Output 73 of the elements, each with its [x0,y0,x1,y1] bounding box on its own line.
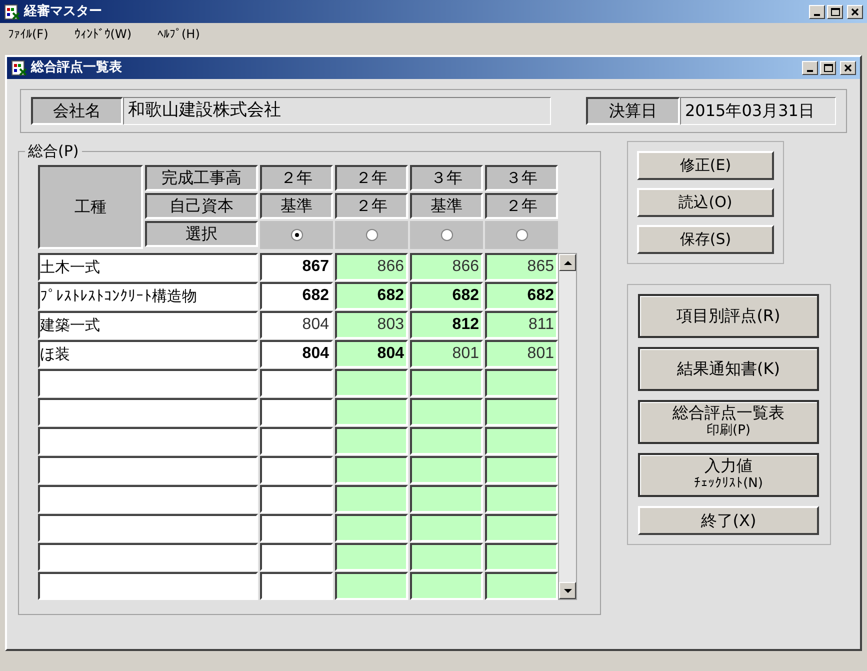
menu-item[interactable]: ｳｨﾝﾄﾞｳ(W) [74,25,132,43]
action-button[interactable]: 修正(E) [637,151,774,180]
score-cell: 867 [260,253,333,281]
row-header: 選択 [145,221,258,247]
app-title: 経審マスター [24,2,103,21]
close-button[interactable] [840,61,856,75]
scroll-down-button[interactable] [559,582,576,599]
column-header: ２年 [335,165,408,191]
column-header: ３年 [410,165,483,191]
up-arrow-icon [564,260,572,264]
column-header: ２年 [260,165,333,191]
column-header: ２年 [335,193,408,219]
close-icon [844,64,852,72]
minimize-icon [814,14,820,16]
report-button[interactable]: 入力値 ﾁｪｯｸﾘｽﾄ(N) [638,453,819,497]
radio-button[interactable] [290,229,302,241]
maximize-button[interactable] [820,61,836,75]
app-icon [11,60,27,76]
radio-button[interactable] [366,229,378,241]
radio-button[interactable] [440,229,452,241]
score-cell: 803 [335,311,408,339]
column-header: 基準 [410,193,483,219]
score-cell: 682 [410,282,483,310]
score-cell: 804 [260,311,333,339]
column-header: ３年 [485,165,558,191]
radio-button[interactable] [516,229,528,241]
minimize-icon [807,70,813,72]
down-arrow-icon [564,588,572,592]
report-button[interactable]: 総合評点一覧表 印刷(P) [638,400,819,444]
maximize-icon [830,8,840,16]
window-title: 総合評点一覧表 [31,59,123,78]
row-name-cell: 土木一式 [38,253,258,281]
scrollbar[interactable] [558,253,577,600]
minimize-button[interactable] [809,4,825,18]
report-button[interactable]: 終了(X) [638,506,819,535]
report-button[interactable]: 結果通知書(K) [638,347,819,391]
report-button[interactable]: 項目別評点(R) [638,294,819,338]
row-name-cell: ほ装 [38,340,258,368]
field-label: 会社名 [31,97,123,125]
row-header: 完成工事高 [145,165,258,191]
company-field: 和歌山建設株式会社 [123,97,551,125]
row-header: 自己資本 [145,193,258,219]
score-cell: 682 [260,282,333,310]
score-cell: 801 [410,340,483,368]
score-cell: 804 [335,340,408,368]
score-cell: 801 [485,340,558,368]
group-title: 総合(P) [25,141,82,161]
score-cell: 682 [485,282,558,310]
close-button[interactable] [847,4,863,18]
row-name-cell: 建築一式 [38,311,258,339]
row-name-cell: ﾌﾟﾚｽﾄﾚｽﾄｺﾝｸﾘｰﾄ構造物 [38,282,258,310]
score-cell: 866 [335,253,408,281]
score-cell: 811 [485,311,558,339]
score-cell: 812 [410,311,483,339]
maximize-icon [824,64,832,72]
score-cell: 865 [485,253,558,281]
scroll-up-button[interactable] [559,254,576,271]
action-button[interactable]: 保存(S) [637,225,774,254]
menu-item[interactable]: ﾌｧｲﾙ(F) [8,25,48,43]
date-field: 2015年03月31日 [680,97,836,125]
maximize-button[interactable] [827,4,843,18]
menu-item[interactable]: ﾍﾙﾌﾟ(H) [158,25,200,43]
column-header: 基準 [260,193,333,219]
action-button[interactable]: 読込(O) [637,188,774,217]
score-cell: 866 [410,253,483,281]
field-label: 決算日 [586,97,680,125]
column-header: 工種 [38,165,143,249]
app-icon [4,4,20,20]
column-header: ２年 [485,193,558,219]
close-icon [851,8,859,16]
score-cell: 682 [335,282,408,310]
minimize-button[interactable] [802,61,818,75]
score-cell: 804 [260,340,333,368]
